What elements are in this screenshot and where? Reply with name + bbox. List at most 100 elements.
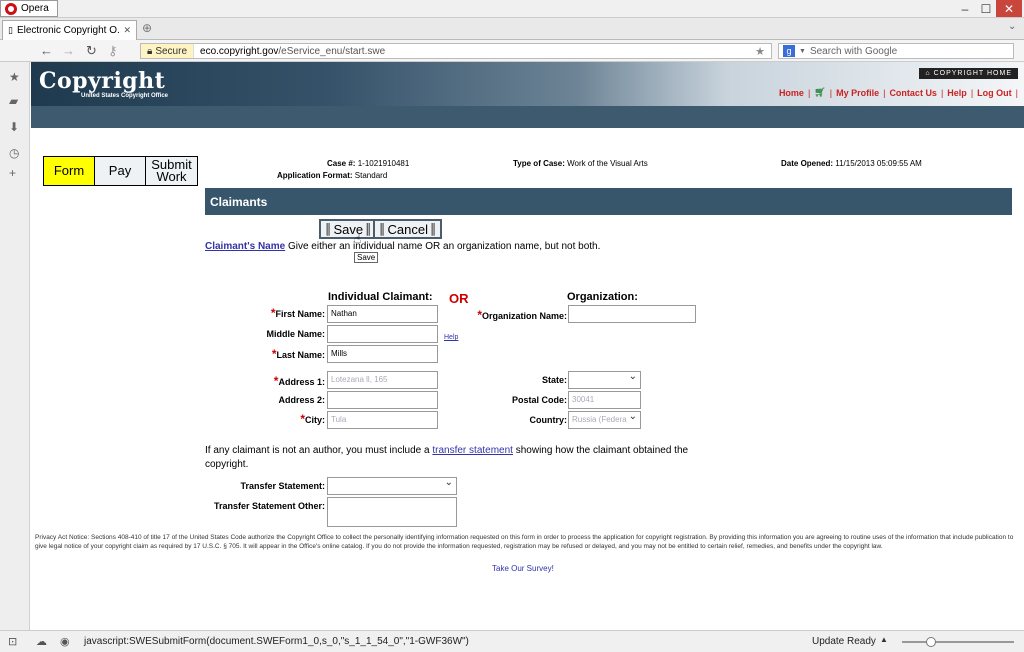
- site-banner: Copyright United States Copyright Office…: [31, 62, 1024, 106]
- home-link[interactable]: Home: [779, 88, 804, 98]
- address-field[interactable]: 🔒︎ Secure eco.copyright.gov/eService_enu…: [140, 43, 772, 59]
- case-number: Case #: 1-1021910481: [327, 159, 409, 168]
- individual-claimant-heading: Individual Claimant:: [328, 291, 433, 303]
- date-opened: Date Opened: 11/15/2013 05:09:55 AM: [781, 159, 922, 168]
- tab-title: Electronic Copyright O...: [16, 25, 120, 36]
- bookmark-star-icon[interactable]: ★: [755, 45, 765, 58]
- log-out-link[interactable]: Log Out: [977, 88, 1012, 98]
- turbo-icon[interactable]: ◉: [60, 635, 70, 648]
- notes-icon[interactable]: ▰: [9, 94, 18, 108]
- google-icon[interactable]: g: [783, 45, 795, 57]
- separator: |: [829, 87, 833, 98]
- address-toolbar: ← → ↻ ⚷ 🔒︎ Secure eco.copyright.gov/eSer…: [0, 40, 1024, 62]
- separator: |: [883, 87, 886, 98]
- tab-menu-chevron-icon[interactable]: ⌄: [1008, 21, 1016, 32]
- save-tooltip: Save: [354, 252, 379, 263]
- transfer-text-before: If any claimant is not an author, you mu…: [205, 445, 430, 456]
- forward-icon[interactable]: →: [62, 43, 75, 58]
- first-name-field[interactable]: Nathan: [327, 305, 438, 323]
- close-tab-icon[interactable]: ✕: [123, 25, 131, 36]
- save-button[interactable]: Save: [319, 219, 378, 239]
- panel-toggle-icon[interactable]: ⊡: [8, 635, 17, 648]
- transfer-statement-link[interactable]: transfer statement: [432, 445, 513, 456]
- downloads-icon[interactable]: ⬇: [9, 120, 19, 134]
- address2-field[interactable]: [327, 391, 438, 409]
- app-name: Opera: [21, 3, 49, 14]
- new-tab-icon[interactable]: ⊕: [142, 21, 152, 35]
- cloud-icon[interactable]: ☁: [36, 635, 47, 648]
- date-opened-value: 11/15/2013 05:09:55 AM: [835, 159, 922, 168]
- postal-code-label: Postal Code:: [511, 395, 567, 405]
- state-label: State:: [541, 375, 567, 385]
- minimize-icon[interactable]: –: [954, 0, 976, 17]
- last-name-label-text: Last Name:: [276, 350, 325, 360]
- status-text: javascript:SWESubmitForm(document.SWEFor…: [84, 636, 469, 647]
- transfer-statement-other-field[interactable]: [327, 497, 457, 527]
- zoom-slider-handle[interactable]: [926, 637, 936, 647]
- name-help-link[interactable]: Help: [444, 334, 458, 341]
- top-links: Home | 🛒︎ | My Profile | Contact Us | He…: [779, 87, 1018, 98]
- reload-icon[interactable]: ↻: [86, 43, 97, 59]
- step-submit-work[interactable]: Submit Work: [146, 157, 197, 185]
- zoom-slider[interactable]: [902, 637, 1014, 647]
- copyright-home-button[interactable]: ⌂ COPYRIGHT HOME: [919, 68, 1018, 79]
- maximize-icon[interactable]: ☐: [976, 0, 996, 17]
- address1-field[interactable]: Lotezana ll, 165: [327, 371, 438, 389]
- tab-electronic-copyright[interactable]: ▯ Electronic Copyright O... ✕: [2, 20, 137, 40]
- secure-badge[interactable]: 🔒︎ Secure: [141, 44, 195, 58]
- search-engine-chevron-icon[interactable]: ▼: [799, 48, 806, 55]
- progress-steps: Form Pay Submit Work: [43, 156, 198, 186]
- state-select[interactable]: [568, 371, 641, 389]
- city-field[interactable]: Tula: [327, 411, 438, 429]
- title-bar: Opera – ☐ ✕: [0, 0, 1024, 18]
- search-placeholder: Search with Google: [809, 45, 898, 57]
- copyright-logo[interactable]: Copyright: [39, 68, 165, 94]
- take-survey-link[interactable]: Take Our Survey!: [492, 564, 554, 573]
- close-window-icon[interactable]: ✕: [996, 0, 1022, 17]
- separator: |: [807, 87, 811, 98]
- application-format-label: Application Format:: [277, 171, 353, 180]
- page-icon: ▯: [8, 25, 13, 35]
- update-arrow-icon[interactable]: ▲: [880, 635, 888, 644]
- postal-code-field[interactable]: 30041: [568, 391, 641, 409]
- country-select[interactable]: Russia (Federa: [568, 411, 641, 429]
- type-of-case-label: Type of Case:: [513, 159, 565, 168]
- add-panel-icon[interactable]: +: [9, 166, 16, 180]
- url-text: eco.copyright.gov/eService_enu/start.swe: [194, 46, 385, 57]
- organization-name-field[interactable]: [568, 305, 696, 323]
- separator: |: [970, 87, 974, 98]
- web-page: Copyright United States Copyright Office…: [31, 62, 1024, 630]
- cart-icon[interactable]: 🛒︎: [814, 87, 825, 98]
- browser-sidebar: ★ ▰ ⬇ ◷ +: [0, 62, 30, 630]
- transfer-statement-select[interactable]: [327, 477, 457, 495]
- back-icon[interactable]: ←: [40, 43, 53, 58]
- help-link[interactable]: Help: [947, 88, 967, 98]
- bookmarks-icon[interactable]: ★: [9, 70, 20, 84]
- contact-us-link[interactable]: Contact Us: [889, 88, 937, 98]
- transfer-statement-label: Transfer Statement:: [240, 481, 325, 491]
- organization-name-label: *Organization Name:: [477, 308, 567, 322]
- last-name-field[interactable]: Mills: [327, 345, 438, 363]
- city-label: *City:: [300, 412, 325, 426]
- type-of-case-value: Work of the Visual Arts: [567, 159, 648, 168]
- history-icon[interactable]: ◷: [9, 146, 19, 160]
- section-title: Claimants: [205, 188, 1012, 215]
- update-ready[interactable]: Update Ready: [812, 636, 876, 647]
- case-number-value: 1-1021910481: [357, 159, 410, 168]
- separator: |: [940, 87, 944, 98]
- key-icon[interactable]: ⚷: [108, 43, 118, 59]
- opera-menu-button[interactable]: Opera: [0, 0, 58, 17]
- status-bar: ⊡ ☁ ◉ javascript:SWESubmitForm(document.…: [0, 630, 1024, 652]
- transfer-instructions: If any claimant is not an author, you mu…: [205, 444, 705, 472]
- claimant-name-hint: Give either an individual name OR an org…: [287, 241, 601, 252]
- my-profile-link[interactable]: My Profile: [836, 88, 879, 98]
- search-field[interactable]: g ▼ Search with Google: [778, 43, 1014, 59]
- address1-label-text: Address 1:: [278, 377, 325, 387]
- cancel-button[interactable]: Cancel: [373, 219, 443, 239]
- date-opened-label: Date Opened:: [781, 159, 834, 168]
- claimants-name-link[interactable]: Claimant's Name: [205, 241, 285, 252]
- separator: |: [1015, 87, 1018, 98]
- middle-name-field[interactable]: [327, 325, 438, 343]
- step-pay[interactable]: Pay: [95, 157, 146, 185]
- step-form[interactable]: Form: [44, 157, 95, 185]
